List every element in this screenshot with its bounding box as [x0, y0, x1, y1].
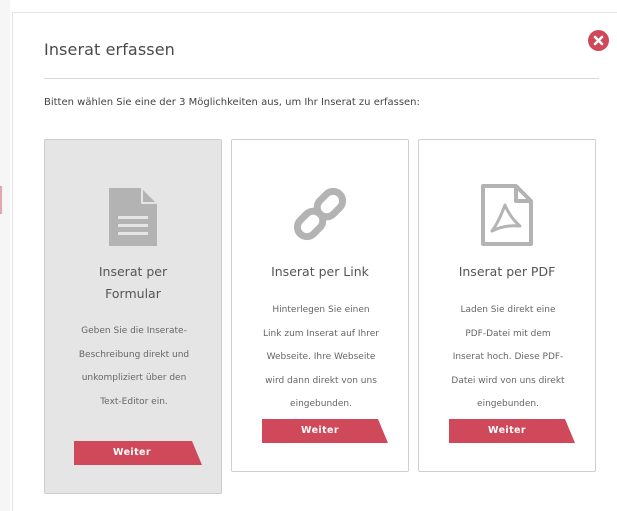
option-card-pdf[interactable]: Inserat per PDF Laden Sie direkt eine PD…: [418, 139, 596, 472]
close-icon: [593, 35, 604, 46]
dialog-title: Inserat erfassen: [44, 40, 175, 59]
button-label: Weiter: [113, 447, 151, 458]
option-heading: Inserat per PDF: [458, 264, 556, 279]
background-page: [0, 0, 10, 511]
button-label: Weiter: [301, 425, 339, 436]
option-card-formular[interactable]: Inserat per Formular Geben Sie die Inser…: [44, 139, 222, 494]
desc-line: Hinterlegen Sie einen: [272, 305, 370, 315]
option-heading-line2: Formular: [105, 286, 161, 301]
option-card-link[interactable]: Inserat per Link Hinterlegen Sie einen L…: [231, 139, 409, 472]
desc-line: eingebunden.: [290, 399, 352, 409]
pdf-icon: [419, 183, 595, 247]
title-divider: [44, 78, 599, 79]
option-description: Hinterlegen Sie einen Link zum Inserat a…: [242, 299, 400, 417]
document-icon: [45, 186, 221, 248]
background-accent-mark: [0, 186, 2, 214]
option-description: Laden Sie direkt eine PDF-Datei mit dem …: [429, 299, 587, 417]
desc-line: unkompliziert über den: [81, 373, 187, 383]
close-button[interactable]: [588, 30, 609, 51]
weiter-button-pdf[interactable]: Weiter: [449, 419, 575, 443]
link-icon: [232, 182, 408, 246]
desc-line: Text-Editor ein.: [100, 396, 168, 407]
option-heading: Inserat per: [98, 264, 168, 279]
desc-line: Beschreibung direkt und: [78, 349, 190, 360]
desc-line: wird dann direkt von uns: [265, 375, 377, 386]
desc-line: eingebunden.: [477, 399, 539, 409]
desc-line: PDF-Datei mit dem: [465, 328, 551, 339]
desc-line: Laden Sie direkt eine: [460, 305, 556, 315]
option-description: Geben Sie die Inserate- Beschreibung dir…: [55, 320, 213, 414]
weiter-button-link[interactable]: Weiter: [262, 419, 388, 443]
desc-line: Geben Sie die Inserate-: [81, 326, 187, 336]
intro-text: Bitten wählen Sie eine der 3 Möglichkeit…: [44, 97, 420, 108]
desc-line: Webseite. Ihre Webseite: [266, 352, 376, 362]
desc-line: Datei wird von uns direkt: [451, 375, 565, 386]
option-heading: Inserat per Link: [271, 264, 369, 279]
button-label: Weiter: [488, 425, 526, 436]
desc-line: Inserat hoch. Diese PDF-: [452, 352, 564, 362]
weiter-button-formular[interactable]: Weiter: [74, 441, 202, 465]
desc-line: Link zum Inserat auf Ihrer: [263, 328, 379, 339]
dialog: Inserat erfassen Bitten wählen Sie eine …: [12, 12, 617, 511]
